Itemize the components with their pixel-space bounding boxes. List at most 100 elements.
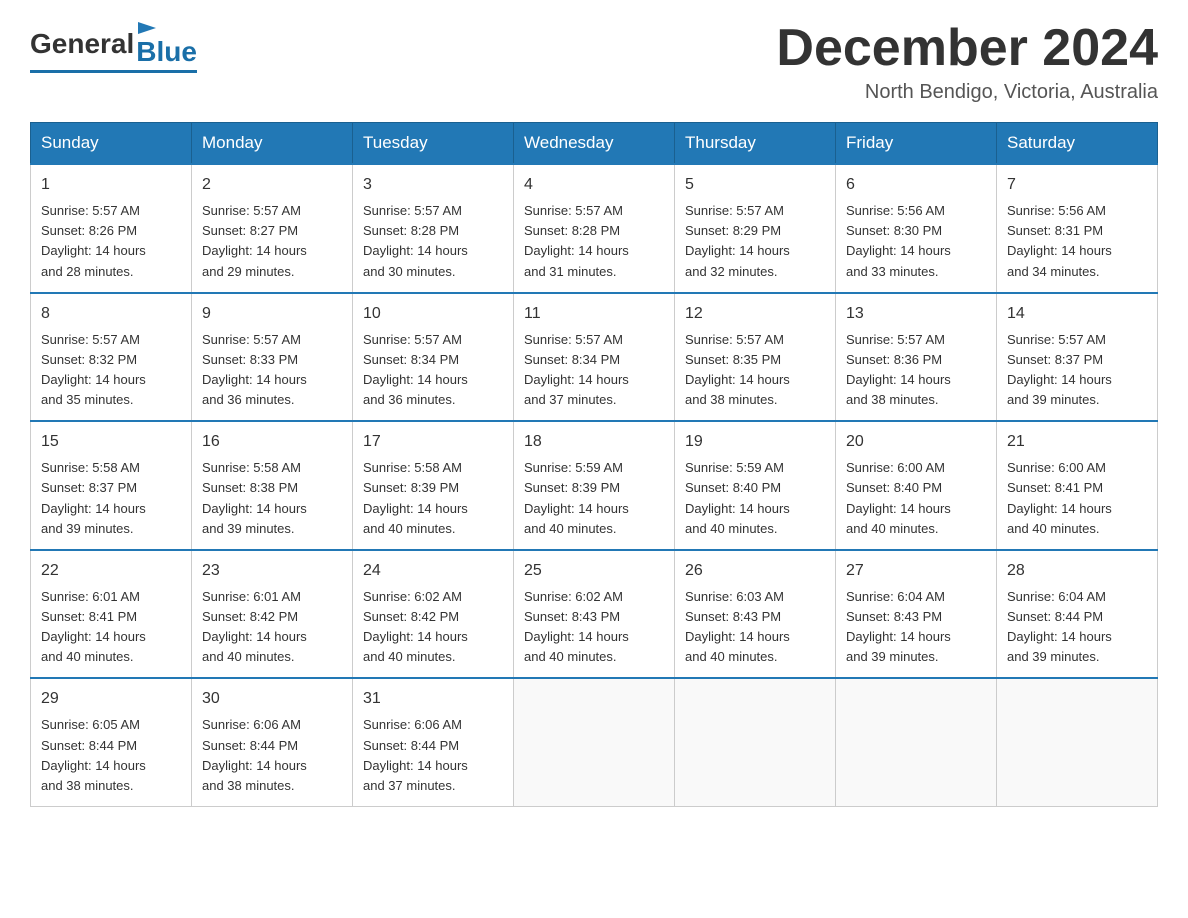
day-info: Sunrise: 5:58 AM Sunset: 8:39 PM Dayligh… bbox=[363, 458, 503, 539]
sunrise-label: Sunrise: 5:57 AM bbox=[1007, 332, 1106, 347]
calendar-cell: 24 Sunrise: 6:02 AM Sunset: 8:42 PM Dayl… bbox=[353, 550, 514, 679]
sunset-label: Sunset: 8:28 PM bbox=[524, 223, 620, 238]
daylight-label: Daylight: 14 hours bbox=[1007, 629, 1112, 644]
calendar-cell: 13 Sunrise: 5:57 AM Sunset: 8:36 PM Dayl… bbox=[836, 293, 997, 422]
calendar-cell: 26 Sunrise: 6:03 AM Sunset: 8:43 PM Dayl… bbox=[675, 550, 836, 679]
day-info: Sunrise: 5:57 AM Sunset: 8:29 PM Dayligh… bbox=[685, 201, 825, 282]
calendar-cell: 11 Sunrise: 5:57 AM Sunset: 8:34 PM Dayl… bbox=[514, 293, 675, 422]
sunrise-label: Sunrise: 6:05 AM bbox=[41, 717, 140, 732]
daylight-minutes: and 29 minutes. bbox=[202, 264, 295, 279]
logo-general: General bbox=[30, 28, 134, 60]
daylight-minutes: and 32 minutes. bbox=[685, 264, 778, 279]
calendar-cell: 3 Sunrise: 5:57 AM Sunset: 8:28 PM Dayli… bbox=[353, 164, 514, 293]
day-number: 29 bbox=[41, 687, 181, 711]
calendar-cell: 2 Sunrise: 5:57 AM Sunset: 8:27 PM Dayli… bbox=[192, 164, 353, 293]
day-number: 24 bbox=[363, 559, 503, 583]
daylight-label: Daylight: 14 hours bbox=[685, 372, 790, 387]
calendar-cell bbox=[997, 678, 1158, 806]
daylight-label: Daylight: 14 hours bbox=[846, 501, 951, 516]
sunset-label: Sunset: 8:29 PM bbox=[685, 223, 781, 238]
calendar-cell: 21 Sunrise: 6:00 AM Sunset: 8:41 PM Dayl… bbox=[997, 421, 1158, 550]
daylight-label: Daylight: 14 hours bbox=[41, 243, 146, 258]
day-number: 19 bbox=[685, 430, 825, 454]
sunset-label: Sunset: 8:42 PM bbox=[202, 609, 298, 624]
day-number: 26 bbox=[685, 559, 825, 583]
day-number: 9 bbox=[202, 302, 342, 326]
calendar-cell: 27 Sunrise: 6:04 AM Sunset: 8:43 PM Dayl… bbox=[836, 550, 997, 679]
daylight-minutes: and 39 minutes. bbox=[1007, 392, 1100, 407]
sunrise-label: Sunrise: 5:57 AM bbox=[363, 203, 462, 218]
sunset-label: Sunset: 8:44 PM bbox=[1007, 609, 1103, 624]
day-info: Sunrise: 5:57 AM Sunset: 8:28 PM Dayligh… bbox=[363, 201, 503, 282]
calendar-cell: 30 Sunrise: 6:06 AM Sunset: 8:44 PM Dayl… bbox=[192, 678, 353, 806]
day-number: 8 bbox=[41, 302, 181, 326]
day-number: 15 bbox=[41, 430, 181, 454]
calendar-cell: 19 Sunrise: 5:59 AM Sunset: 8:40 PM Dayl… bbox=[675, 421, 836, 550]
day-info: Sunrise: 5:57 AM Sunset: 8:35 PM Dayligh… bbox=[685, 330, 825, 411]
daylight-minutes: and 36 minutes. bbox=[363, 392, 456, 407]
day-info: Sunrise: 6:02 AM Sunset: 8:43 PM Dayligh… bbox=[524, 587, 664, 668]
day-info: Sunrise: 5:59 AM Sunset: 8:40 PM Dayligh… bbox=[685, 458, 825, 539]
day-info: Sunrise: 6:06 AM Sunset: 8:44 PM Dayligh… bbox=[202, 715, 342, 796]
daylight-label: Daylight: 14 hours bbox=[685, 501, 790, 516]
sunrise-label: Sunrise: 5:57 AM bbox=[41, 332, 140, 347]
sunrise-label: Sunrise: 5:59 AM bbox=[685, 460, 784, 475]
month-title: December 2024 bbox=[776, 20, 1158, 77]
day-info: Sunrise: 6:03 AM Sunset: 8:43 PM Dayligh… bbox=[685, 587, 825, 668]
sunrise-label: Sunrise: 5:56 AM bbox=[846, 203, 945, 218]
day-number: 18 bbox=[524, 430, 664, 454]
sunrise-label: Sunrise: 5:57 AM bbox=[524, 332, 623, 347]
daylight-label: Daylight: 14 hours bbox=[202, 629, 307, 644]
daylight-label: Daylight: 14 hours bbox=[1007, 501, 1112, 516]
day-number: 13 bbox=[846, 302, 986, 326]
page-header: General Blue December 2024 North Bendigo… bbox=[30, 20, 1158, 104]
day-info: Sunrise: 6:04 AM Sunset: 8:43 PM Dayligh… bbox=[846, 587, 986, 668]
col-wednesday: Wednesday bbox=[514, 123, 675, 165]
week-row-4: 22 Sunrise: 6:01 AM Sunset: 8:41 PM Dayl… bbox=[31, 550, 1158, 679]
col-saturday: Saturday bbox=[997, 123, 1158, 165]
sunset-label: Sunset: 8:39 PM bbox=[524, 480, 620, 495]
sunset-label: Sunset: 8:44 PM bbox=[202, 738, 298, 753]
sunrise-label: Sunrise: 5:58 AM bbox=[363, 460, 462, 475]
sunset-label: Sunset: 8:43 PM bbox=[685, 609, 781, 624]
daylight-label: Daylight: 14 hours bbox=[685, 629, 790, 644]
sunset-label: Sunset: 8:43 PM bbox=[524, 609, 620, 624]
sunrise-label: Sunrise: 5:58 AM bbox=[41, 460, 140, 475]
calendar-table: Sunday Monday Tuesday Wednesday Thursday… bbox=[30, 122, 1158, 807]
sunset-label: Sunset: 8:37 PM bbox=[41, 480, 137, 495]
daylight-minutes: and 40 minutes. bbox=[363, 649, 456, 664]
title-section: December 2024 North Bendigo, Victoria, A… bbox=[776, 20, 1158, 104]
col-monday: Monday bbox=[192, 123, 353, 165]
daylight-minutes: and 35 minutes. bbox=[41, 392, 134, 407]
calendar-cell: 28 Sunrise: 6:04 AM Sunset: 8:44 PM Dayl… bbox=[997, 550, 1158, 679]
calendar-cell bbox=[675, 678, 836, 806]
calendar-cell: 16 Sunrise: 5:58 AM Sunset: 8:38 PM Dayl… bbox=[192, 421, 353, 550]
daylight-minutes: and 39 minutes. bbox=[1007, 649, 1100, 664]
daylight-minutes: and 40 minutes. bbox=[685, 649, 778, 664]
sunset-label: Sunset: 8:42 PM bbox=[363, 609, 459, 624]
day-info: Sunrise: 5:57 AM Sunset: 8:37 PM Dayligh… bbox=[1007, 330, 1147, 411]
day-number: 7 bbox=[1007, 173, 1147, 197]
daylight-minutes: and 37 minutes. bbox=[363, 778, 456, 793]
calendar-cell: 4 Sunrise: 5:57 AM Sunset: 8:28 PM Dayli… bbox=[514, 164, 675, 293]
sunset-label: Sunset: 8:44 PM bbox=[363, 738, 459, 753]
col-friday: Friday bbox=[836, 123, 997, 165]
calendar-cell: 14 Sunrise: 5:57 AM Sunset: 8:37 PM Dayl… bbox=[997, 293, 1158, 422]
day-info: Sunrise: 6:00 AM Sunset: 8:41 PM Dayligh… bbox=[1007, 458, 1147, 539]
sunrise-label: Sunrise: 6:00 AM bbox=[1007, 460, 1106, 475]
calendar-cell: 7 Sunrise: 5:56 AM Sunset: 8:31 PM Dayli… bbox=[997, 164, 1158, 293]
calendar-cell: 25 Sunrise: 6:02 AM Sunset: 8:43 PM Dayl… bbox=[514, 550, 675, 679]
daylight-minutes: and 40 minutes. bbox=[846, 521, 939, 536]
day-info: Sunrise: 5:59 AM Sunset: 8:39 PM Dayligh… bbox=[524, 458, 664, 539]
daylight-label: Daylight: 14 hours bbox=[202, 372, 307, 387]
sunrise-label: Sunrise: 6:04 AM bbox=[1007, 589, 1106, 604]
day-info: Sunrise: 6:04 AM Sunset: 8:44 PM Dayligh… bbox=[1007, 587, 1147, 668]
day-number: 31 bbox=[363, 687, 503, 711]
day-number: 10 bbox=[363, 302, 503, 326]
day-info: Sunrise: 6:05 AM Sunset: 8:44 PM Dayligh… bbox=[41, 715, 181, 796]
day-info: Sunrise: 5:57 AM Sunset: 8:27 PM Dayligh… bbox=[202, 201, 342, 282]
calendar-cell: 31 Sunrise: 6:06 AM Sunset: 8:44 PM Dayl… bbox=[353, 678, 514, 806]
sunset-label: Sunset: 8:41 PM bbox=[1007, 480, 1103, 495]
day-number: 25 bbox=[524, 559, 664, 583]
calendar-cell: 22 Sunrise: 6:01 AM Sunset: 8:41 PM Dayl… bbox=[31, 550, 192, 679]
